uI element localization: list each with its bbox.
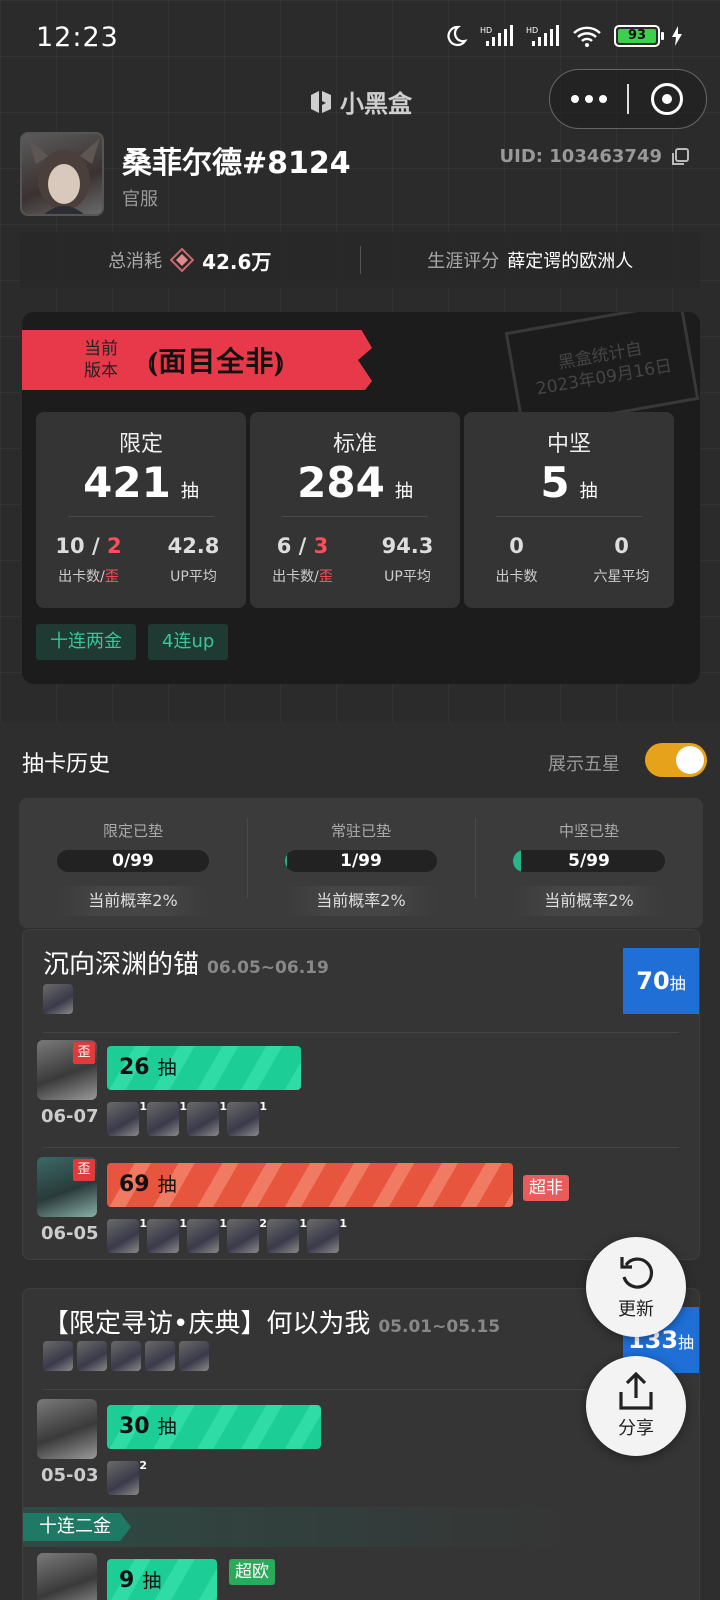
pull-count-bar: 9抽 [107,1559,217,1600]
close-program-button[interactable] [629,83,706,115]
operator-icon: 1 [147,1100,187,1136]
operator-avatar [37,1399,97,1459]
pity-standard: 常驻已垫 1/99 当前概率2% [247,798,475,928]
pool-total-badge: 70抽 [623,948,699,1014]
version-banner: 当前 版本 ⦅面目全非⦆ [22,330,372,390]
luck-tag: 超欧 [229,1559,275,1585]
operator-icon: 2 [107,1459,147,1495]
spend-label: 总消耗 [108,251,163,272]
refresh-button[interactable]: 更新 [586,1237,686,1337]
signal-icon: HD [480,25,513,46]
pool-stat-core: 中坚 5抽 0 出卡数 0 六星平均 [464,412,674,608]
pity-limited: 限定已垫 0/99 当前概率2% [19,798,247,928]
xiaoheihe-logo-icon [311,90,331,113]
pull-record[interactable]: 歪 06-05 69 抽 超非 1 1 1 2 1 1 [37,1157,685,1259]
operator-avatar [37,1553,97,1600]
battery-icon: 93 [614,25,664,47]
avatar-portrait [28,138,100,214]
operator-icon [145,1341,175,1371]
operator-icon: 1 [187,1100,227,1136]
off-banner-badge: 歪 [73,1042,95,1064]
more-menu-button[interactable] [550,95,627,103]
operator-icon: 2 [227,1217,267,1253]
operator-icon: 1 [147,1217,187,1253]
achievement-tag: 十连两金 [36,624,136,660]
laurel-left-icon: ⦅ [148,345,159,378]
history-title: 抽卡历史 [22,752,111,777]
status-bar: 12:23 HD HD 93 [0,0,720,80]
charging-icon [672,26,682,46]
pity-card: 限定已垫 0/99 当前概率2% 常驻已垫 1/99 当前概率2% 中坚已垫 5… [19,798,703,928]
svg-text:HD: HD [480,26,492,35]
operator-icon [43,1341,73,1371]
orundum-icon [170,248,195,272]
banner-caption: 当前 版本 [84,339,118,381]
mini-program-capsule [549,69,707,129]
operator-icon [179,1341,209,1371]
operator-icon: 1 [307,1217,347,1253]
rating-label: 生涯评分 [427,251,500,272]
svg-text:HD: HD [526,26,538,35]
status-time: 12:23 [36,22,119,53]
five-star-row: 1 1 1 1 [107,1100,267,1136]
laurel-right-icon: ⦆ [274,345,285,378]
moon-icon [447,25,468,47]
server-label: 官服 [122,189,158,210]
pool-featured-chars [43,984,73,1014]
pool-featured-chars [43,1341,209,1371]
uid-text: UID: 103463749 [499,146,662,167]
five-star-row: 2 [107,1459,147,1495]
pull-count-bar: 69 抽 [107,1163,513,1207]
share-label: 分享 [618,1418,654,1439]
operator-icon: 1 [187,1217,227,1253]
summary-bar: 总消耗 42.6万 生涯评分 薛定谔的欧洲人 [20,232,700,288]
stats-card: 黑盒统计自 2023年09月16日 当前 版本 ⦅面目全非⦆ 限定 421 抽 1… [22,312,700,684]
signal-icon-2: HD [526,25,559,46]
total-spend: 总消耗 42.6万 [20,246,360,275]
ten-pull-banner: 十连二金 [23,1507,699,1547]
career-rating: 生涯评分 薛定谔的欧洲人 [361,247,701,273]
pull-date: 06-05 [41,1223,99,1244]
operator-icon [77,1341,107,1371]
copy-icon[interactable] [670,147,690,167]
uid-copy[interactable]: UID: 103463749 [500,146,690,167]
operator-icon: 1 [267,1217,307,1253]
pool-title: 【限定寻访•庆典】何以为我 05.01~05.15 [43,1309,501,1339]
pull-count-bar: 26 抽 [107,1046,301,1090]
operator-icon: 1 [107,1100,147,1136]
pull-record[interactable]: 9抽 超欧 [37,1553,685,1600]
refresh-icon [620,1257,654,1289]
pool-title: 沉向深渊的锚 06.05~06.19 [43,950,329,980]
pool-history-card[interactable]: 【限定寻访•庆典】何以为我 05.01~05.15 133抽 05-03 30 抽 … [22,1288,700,1600]
luck-tag: 超非 [523,1175,569,1201]
show-five-star-label: 展示五星 [548,754,620,775]
share-icon [619,1372,653,1410]
status-icons: HD HD 93 [444,24,682,48]
pool-stat-limited: 限定 421 抽 10 / 2 出卡数/歪 42.8 UP平均 [36,412,246,608]
pull-count-bar: 30 抽 [107,1405,321,1449]
pool-stat-standard: 标准 284 抽 6 / 3 出卡数/歪 94.3 UP平均 [250,412,460,608]
pull-date: 06-07 [41,1106,99,1127]
achievement-tag: 4连up [148,624,229,660]
banner-title: ⦅面目全非⦆ [148,345,285,378]
spend-value: 42.6万 [202,249,272,274]
avatar[interactable] [20,132,104,216]
pool-history-card[interactable]: 沉向深渊的锚 06.05~06.19 70抽 歪 06-07 26 抽 1 1 1 … [22,929,700,1260]
pull-date: 05-03 [41,1465,99,1486]
off-banner-badge: 歪 [73,1159,95,1181]
username: 桑菲尔德#8124 [122,146,351,181]
wifi-icon [573,26,601,47]
share-button[interactable]: 分享 [586,1356,686,1456]
operator-icon [43,984,73,1014]
refresh-label: 更新 [618,1299,654,1320]
rating-value: 薛定谔的欧洲人 [507,251,634,272]
operator-icon [111,1341,141,1371]
pull-record[interactable]: 歪 06-07 26 抽 1 1 1 1 [37,1040,685,1150]
operator-icon: 1 [107,1217,147,1253]
pity-core: 中坚已垫 5/99 当前概率2% [475,798,703,928]
operator-icon: 1 [227,1100,267,1136]
show-five-star-toggle[interactable] [645,743,707,777]
five-star-row: 1 1 1 2 1 1 [107,1217,347,1253]
